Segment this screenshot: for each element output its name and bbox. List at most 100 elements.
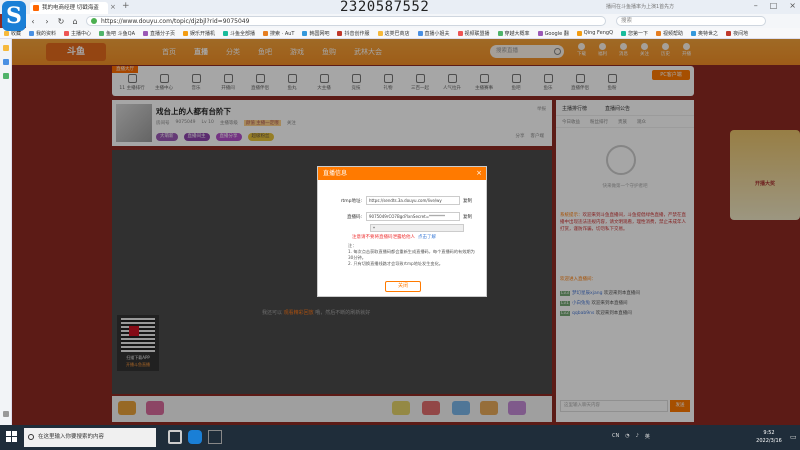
bookmark-item[interactable]: 奥特世之	[691, 30, 718, 37]
rtmp-field[interactable]: https://sendts.3a.douyu.com/live/wy	[366, 196, 460, 205]
window-controls: – □ ×	[754, 1, 796, 10]
rtmp-copy-button[interactable]: 复制	[463, 198, 472, 204]
bookmark-label: 直播小姐夫	[424, 30, 450, 37]
bookmark-label: 奥特世之	[698, 30, 719, 37]
bookmark-item[interactable]: 直播小姐夫	[417, 30, 450, 37]
bookmarks-bar: 收藏 我的资料 主播中心 鱼吧 斗鱼QA 直播分子页 娱乐开播机 斗鱼全部播 搜索 · AuT…	[0, 28, 800, 39]
bookmark-label: 视频帮助	[663, 30, 684, 37]
bookmark-item[interactable]: 这类巴商店	[377, 30, 410, 37]
modal-notes: 注： 1. 每次点击获取直播码都会重新生成直播码，每个直播码的有效期为30分钟。…	[348, 243, 478, 267]
bookmark-icon	[656, 30, 662, 36]
modal-warning-text: 注意请不要将直播码泄露给他人	[352, 235, 415, 240]
volume-icon[interactable]: ♪	[636, 433, 639, 440]
tab-title: 我的电商经理 切戳海盗	[42, 5, 99, 11]
app-task-icon[interactable]	[208, 430, 222, 444]
code-label: 直播码:	[346, 214, 362, 220]
bookmark-item[interactable]: 抖音创作服	[337, 30, 370, 37]
bookmark-item[interactable]: Qing FengQ	[576, 30, 614, 36]
bookmark-item[interactable]: 我的资料	[29, 30, 56, 37]
forward-icon[interactable]: ›	[40, 17, 54, 26]
task-view-icon[interactable]	[168, 430, 182, 444]
bookmark-icon	[691, 30, 697, 36]
bookmark-item[interactable]: 穿越大概率	[497, 30, 530, 37]
bookmark-item[interactable]: 韩国网吧	[302, 30, 329, 37]
bookmark-icon	[621, 30, 627, 36]
sidebar-download-icon[interactable]	[3, 73, 9, 79]
bookmark-item[interactable]: 视频联盟播	[457, 30, 490, 37]
taskbar-clock[interactable]: 9:52 2022/3/16	[752, 429, 786, 445]
bookmark-label: 娱乐开播机	[190, 30, 216, 37]
bookmark-icon	[223, 30, 229, 36]
bookmark-item[interactable]: 视频帮助	[656, 30, 683, 37]
bookmark-label: 我的资料	[36, 30, 57, 37]
bookmark-label: 抖音创作服	[344, 30, 370, 37]
bookmark-label: 视频联盟播	[464, 30, 490, 37]
address-url: https://www.douyu.com/topic/djzbjl?rid=9…	[101, 18, 250, 25]
bookmark-item[interactable]: Google 翻	[537, 30, 569, 37]
douyu-favicon-icon	[33, 5, 39, 11]
bookmark-label: 斗鱼全部播	[230, 30, 256, 37]
line-select[interactable]: *	[370, 224, 464, 232]
windows-start-icon[interactable]	[6, 431, 18, 443]
bookmark-icon	[497, 30, 503, 36]
modal-close-icon[interactable]: ×	[476, 167, 482, 180]
network-icon[interactable]: ◔	[625, 433, 629, 440]
sidebar-star-icon[interactable]	[3, 45, 9, 51]
bookmark-item[interactable]: 娱乐开播机	[183, 30, 215, 37]
close-window-icon[interactable]: ×	[789, 1, 796, 10]
bookmark-item[interactable]: 您第一下	[621, 30, 648, 37]
browser-tab-active[interactable]: 我的电商经理 切戳海盗	[30, 2, 108, 14]
modal-note: 1. 每次点击获取直播码都会重新生成直播码，每个直播码的有效期为30分钟。	[348, 249, 475, 260]
bookmark-item[interactable]: 主播中心	[64, 30, 91, 37]
window-search-text[interactable]: 播间在斗鱼播率为上演1首先方	[598, 2, 728, 12]
bookmark-icon	[183, 30, 189, 36]
home-icon[interactable]: ⌂	[68, 17, 82, 26]
bookmark-icon	[537, 30, 543, 36]
browser-navbar: ‹ › ↻ ⌂ https://www.douyu.com/topic/djzb…	[26, 14, 800, 28]
browser-search-input[interactable]: 搜索	[616, 16, 766, 26]
browser-logo-icon: S	[2, 1, 26, 31]
tray-item[interactable]: CN	[612, 433, 619, 440]
bookmark-item[interactable]: 直播分子页	[143, 30, 175, 37]
reload-icon[interactable]: ↻	[54, 17, 68, 26]
learn-more-link[interactable]: 点击了解	[418, 235, 436, 240]
modal-header: 直播信息 ×	[318, 167, 486, 180]
bookmark-item[interactable]: 鱼吧 斗鱼QA	[99, 30, 135, 37]
sidebar-settings-icon[interactable]	[3, 411, 9, 417]
bookmark-icon	[29, 30, 35, 36]
sidebar-history-icon[interactable]	[3, 59, 9, 65]
bookmark-item[interactable]: 夜间地	[726, 30, 748, 37]
bookmark-icon	[263, 30, 269, 36]
windows-taskbar: 在这里输入你要搜索的内容 CN ◔ ♪ 英 9:52 2022/3/16 ▭	[0, 425, 800, 450]
bookmark-label: Qing FengQ	[583, 30, 614, 36]
bookmark-label: 直播分子页	[150, 30, 176, 37]
bookmark-icon	[576, 30, 582, 36]
bookmark-icon	[417, 30, 423, 36]
clock-date: 2022/3/16	[756, 438, 782, 444]
bookmark-icon	[377, 30, 383, 36]
browser-task-icon[interactable]	[188, 430, 202, 444]
minimize-icon[interactable]: –	[754, 1, 758, 10]
bookmark-label: 鱼吧 斗鱼QA	[106, 30, 135, 37]
bookmark-icon	[726, 30, 732, 36]
tab-close-icon[interactable]: ×	[110, 3, 116, 11]
bookmark-label: Google 翻	[544, 30, 569, 37]
code-copy-button[interactable]: 复制	[463, 214, 472, 220]
taskbar-search-input[interactable]: 在这里输入你要搜索的内容	[24, 428, 156, 447]
back-icon[interactable]: ‹	[26, 17, 40, 26]
clock-time: 9:52	[763, 430, 775, 436]
address-bar[interactable]: https://www.douyu.com/topic/djzbjl?rid=9…	[86, 16, 606, 26]
notification-icon[interactable]: ▭	[790, 433, 797, 441]
secure-icon	[91, 18, 97, 24]
bookmark-item[interactable]: 搜索 · AuT	[263, 30, 294, 37]
maximize-icon[interactable]: □	[770, 1, 778, 10]
new-tab-icon[interactable]: +	[122, 1, 130, 11]
browser-titlebar: 我的电商经理 切戳海盗 × + 2320587552 播间在斗鱼播率为上演1首先…	[0, 0, 800, 15]
code-field[interactable]: 9075049rCO7Bgd?lxnSecret=********	[366, 212, 460, 221]
modal-close-button[interactable]: 关闭	[385, 281, 421, 292]
tray-item[interactable]: 英	[645, 433, 650, 440]
bookmark-label: 穿越大概率	[504, 30, 530, 37]
bookmark-item[interactable]: 斗鱼全部播	[223, 30, 255, 37]
bookmark-icon	[143, 30, 148, 36]
bookmark-icon	[337, 30, 343, 36]
